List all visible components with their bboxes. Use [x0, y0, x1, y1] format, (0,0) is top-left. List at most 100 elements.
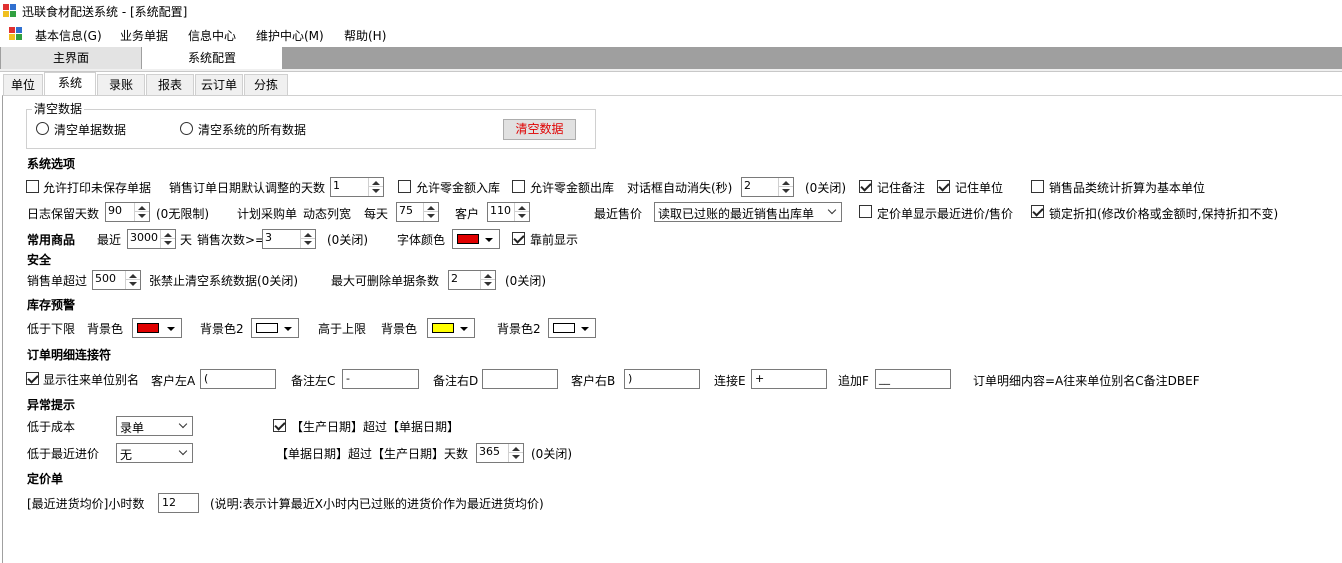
- recent-days-value: 3000: [130, 231, 158, 244]
- connect-input[interactable]: +: [751, 369, 827, 389]
- stock-alert-title: 库存预警: [27, 298, 76, 312]
- prod-date-label: 【生产日期】超过【单据日期】: [291, 420, 460, 434]
- show-front-checkbox[interactable]: [512, 232, 525, 245]
- connect-value: +: [755, 372, 765, 385]
- hours-value: 12: [162, 496, 176, 509]
- menu-info-center[interactable]: 信息中心: [188, 27, 236, 44]
- dialog-auto-stepper[interactable]: 2: [741, 177, 794, 197]
- stepper-arrows[interactable]: [778, 178, 793, 196]
- stepper-arrows[interactable]: [160, 230, 175, 248]
- sales-count-hint: (0关闭): [327, 233, 368, 247]
- clear-data-button[interactable]: 清空数据: [503, 119, 576, 140]
- exceed-hint: 张禁止清空系统数据(0关闭): [149, 274, 298, 288]
- tab-unit[interactable]: 单位: [3, 74, 43, 95]
- window-title: 迅联食材配送系统 - [系统配置]: [22, 5, 188, 19]
- show-alias-checkbox[interactable]: [26, 372, 39, 385]
- append-input[interactable]: __: [875, 369, 951, 389]
- hours-input[interactable]: 12: [158, 493, 199, 513]
- remember-note-checkbox[interactable]: [859, 180, 872, 193]
- pricing-show-recent-checkbox[interactable]: [859, 205, 872, 218]
- below-recent-label: 低于最近进价: [27, 447, 100, 461]
- pricing-title: 定价单: [27, 472, 64, 486]
- note-left-value: -: [346, 372, 350, 385]
- security-title: 安全: [27, 253, 52, 267]
- sales-count-value: 3: [265, 231, 272, 244]
- remember-unit-checkbox[interactable]: [937, 180, 950, 193]
- stepper-arrows[interactable]: [423, 203, 438, 221]
- tab-bookkeeping[interactable]: 录账: [97, 74, 145, 95]
- tab-report[interactable]: 报表: [146, 74, 194, 95]
- tab-cloud-order[interactable]: 云订单: [195, 74, 243, 95]
- customer-stepper[interactable]: 110: [487, 202, 530, 222]
- high-bg2-picker[interactable]: [548, 318, 596, 338]
- exceed-stepper[interactable]: 500: [92, 270, 141, 290]
- sales-date-days-value: 1: [333, 179, 340, 192]
- doc-date-stepper[interactable]: 365: [476, 443, 524, 463]
- exception-title: 异常提示: [27, 398, 76, 412]
- prod-date-checkbox[interactable]: [273, 419, 286, 432]
- max-delete-stepper[interactable]: 2: [448, 270, 496, 290]
- note-left-label: 备注左C: [291, 374, 336, 388]
- doc-date-hint: (0关闭): [531, 447, 572, 461]
- clear-all-radio-label: 清空系统的所有数据: [198, 123, 307, 137]
- recent-days-stepper[interactable]: 3000: [127, 229, 176, 249]
- tab-system[interactable]: 系统: [44, 72, 96, 95]
- low-bg-swatch: [137, 323, 159, 333]
- clear-doc-radio[interactable]: [36, 122, 49, 135]
- sales-date-days-stepper[interactable]: 1: [330, 177, 384, 197]
- stepper-arrows[interactable]: [508, 444, 523, 462]
- low-bg2-label: 背景色2: [200, 322, 244, 336]
- low-bg-label: 背景色: [87, 322, 124, 336]
- menu-maintenance[interactable]: 维护中心(M): [256, 27, 324, 44]
- low-bg-picker[interactable]: [132, 318, 182, 338]
- allow-print-unsaved-label: 允许打印未保存单据: [43, 181, 152, 195]
- note-left-input[interactable]: -: [342, 369, 419, 389]
- stepper-arrows[interactable]: [480, 271, 495, 289]
- high-bg-picker[interactable]: [427, 318, 475, 338]
- clear-data-group-title: 清空数据: [32, 100, 85, 117]
- font-color-swatch: [457, 234, 479, 244]
- clear-all-radio[interactable]: [180, 122, 193, 135]
- chevron-down-icon: [178, 419, 188, 429]
- below-recent-select[interactable]: 无: [116, 443, 193, 463]
- dialog-auto-label: 对话框自动消失(秒): [627, 181, 733, 195]
- customer-label: 客户: [455, 207, 480, 221]
- stepper-arrows[interactable]: [125, 271, 140, 289]
- category-stat-checkbox[interactable]: [1031, 180, 1044, 193]
- menu-business-docs[interactable]: 业务单据: [120, 27, 168, 44]
- sales-date-days-label: 销售订单日期默认调整的天数: [169, 181, 326, 195]
- low-bg2-picker[interactable]: [251, 318, 299, 338]
- log-days-stepper[interactable]: 90: [105, 202, 150, 222]
- note-right-label: 备注右D: [433, 374, 479, 388]
- tab-sorting[interactable]: 分拣: [244, 74, 288, 95]
- note-right-input[interactable]: [482, 369, 558, 389]
- allow-zero-out-label: 允许零金额出库: [530, 181, 615, 195]
- menu-basic-info[interactable]: 基本信息(G): [35, 27, 102, 44]
- doc-tab-system-config[interactable]: 系统配置: [142, 47, 282, 69]
- allow-print-unsaved-checkbox[interactable]: [26, 180, 39, 193]
- lock-discount-checkbox[interactable]: [1031, 205, 1044, 218]
- allow-zero-in-checkbox[interactable]: [398, 180, 411, 193]
- below-cost-select[interactable]: 录单: [116, 416, 193, 436]
- per-day-label: 每天: [364, 207, 389, 221]
- stepper-arrows[interactable]: [514, 203, 529, 221]
- max-delete-hint: (0关闭): [505, 274, 546, 288]
- app-icon: [3, 4, 17, 18]
- order-connector-title: 订单明细连接符: [27, 348, 112, 362]
- recent-price-value: 读取已过账的最近销售出库单: [658, 207, 815, 221]
- font-color-picker[interactable]: [452, 229, 500, 249]
- stepper-arrows[interactable]: [300, 230, 315, 248]
- cust-right-input[interactable]: ): [624, 369, 700, 389]
- menu-help[interactable]: 帮助(H): [344, 27, 386, 44]
- mdi-app-icon[interactable]: [9, 27, 23, 41]
- cust-left-input[interactable]: (: [200, 369, 276, 389]
- recent-price-select[interactable]: 读取已过账的最近销售出库单: [654, 202, 842, 222]
- per-day-stepper[interactable]: 75: [396, 202, 439, 222]
- doc-tab-main[interactable]: 主界面: [1, 47, 141, 69]
- allow-zero-out-checkbox[interactable]: [512, 180, 525, 193]
- sales-count-stepper[interactable]: 3: [262, 229, 316, 249]
- stepper-arrows[interactable]: [368, 178, 383, 196]
- low-limit-label: 低于下限: [27, 322, 76, 336]
- stepper-arrows[interactable]: [134, 203, 149, 221]
- high-bg2-swatch: [553, 323, 575, 333]
